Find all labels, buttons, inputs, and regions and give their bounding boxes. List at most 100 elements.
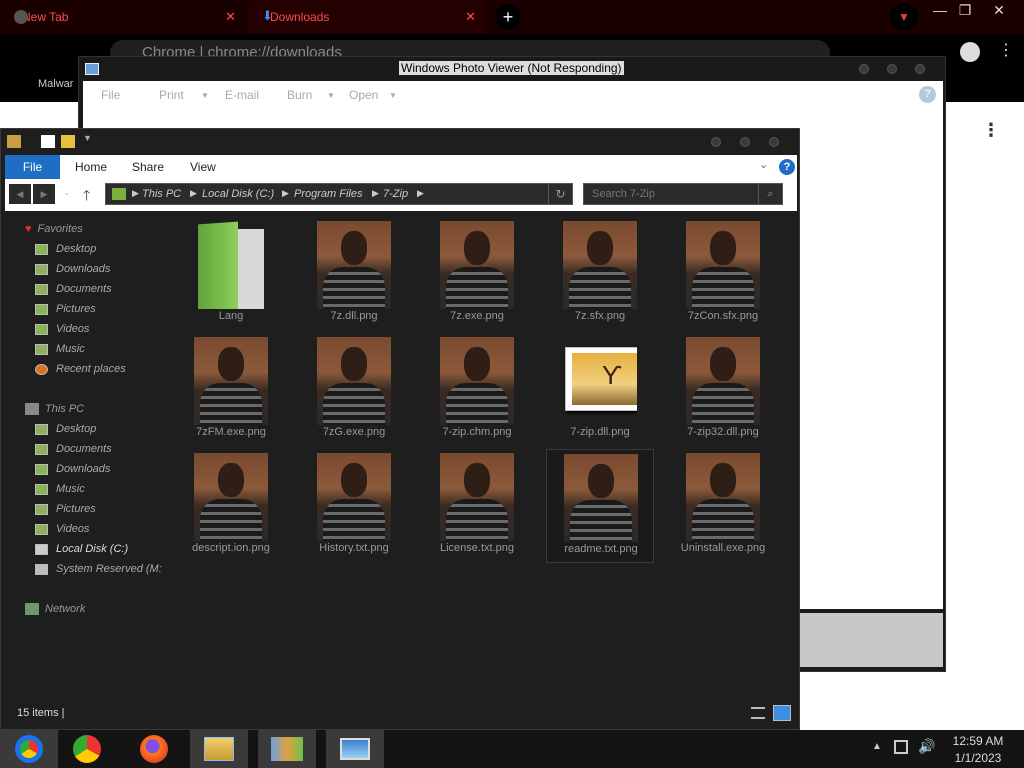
address-bar[interactable]: ▶ This PC ▶ Local Disk (C:) ▶ Program Fi… (105, 183, 573, 205)
chevron-down-icon[interactable]: ⌄ (63, 187, 71, 198)
folder-icon (194, 221, 268, 309)
search-box[interactable]: ⌕ (583, 183, 783, 205)
new-tab-button[interactable]: + (495, 4, 521, 30)
desktop-icon (35, 423, 48, 435)
chevron-down-icon[interactable]: ▼ (83, 133, 97, 146)
tab-search-button[interactable]: ▼ (890, 3, 918, 31)
nav-item-local-disk[interactable]: Local Disk (C:) (35, 540, 128, 558)
nav-item-desktop[interactable]: Desktop (35, 420, 96, 438)
file-item[interactable]: 7-zip32.dll.png (669, 333, 777, 447)
file-item[interactable]: License.txt.png (423, 449, 531, 563)
nav-item-videos[interactable]: Videos (35, 520, 89, 538)
nav-item-desktop[interactable]: Desktop (35, 240, 96, 258)
close-window-button[interactable]: ✕ (984, 2, 1014, 19)
tab-share[interactable]: Share (132, 160, 164, 174)
nav-item-music[interactable]: Music (35, 480, 85, 498)
file-item[interactable]: 7z.dll.png (300, 217, 408, 331)
menu-email[interactable]: E-mail (225, 88, 259, 102)
nav-item-documents[interactable]: Documents (35, 440, 112, 458)
file-item[interactable]: readme.txt.png (546, 449, 654, 563)
taskbar-file-explorer[interactable] (190, 730, 248, 768)
up-arrow-icon[interactable]: 🡑 (83, 185, 90, 209)
nav-item-pictures[interactable]: Pictures (35, 300, 96, 318)
volume-icon[interactable]: 🔊 (918, 738, 935, 755)
forward-button[interactable]: ▶ (33, 184, 55, 204)
chevron-down-icon: ▼ (389, 91, 397, 100)
search-icon[interactable]: ⌕ (758, 184, 782, 204)
maximize-button[interactable] (887, 64, 897, 74)
nav-network[interactable]: Network (25, 600, 85, 618)
file-item[interactable]: 7z.exe.png (423, 217, 531, 331)
file-item[interactable]: 7zCon.sfx.png (669, 217, 777, 331)
taskbar-people[interactable] (258, 730, 316, 768)
nav-item-downloads[interactable]: Downloads (35, 460, 110, 478)
taskbar-chrome-remote[interactable] (0, 730, 58, 768)
clock-date[interactable]: 1/1/2023 (946, 751, 1010, 765)
menu-file[interactable]: File (101, 88, 120, 102)
file-item[interactable]: 7-zip.chm.png (423, 333, 531, 447)
search-input[interactable] (584, 184, 756, 204)
close-button[interactable] (915, 64, 925, 74)
file-name: 7zG.exe.png (322, 426, 386, 438)
nav-item-recent-places[interactable]: Recent places (35, 360, 126, 378)
back-button[interactable]: ◀ (9, 184, 31, 204)
minimize-button[interactable] (859, 64, 869, 74)
desktop-icon (35, 243, 48, 255)
nav-favorites[interactable]: ♥ Favorites (25, 220, 83, 238)
clock-time[interactable]: 12:59 AM (946, 734, 1010, 748)
close-tab-icon[interactable]: ✕ (225, 9, 236, 25)
nav-item-videos[interactable]: Videos (35, 320, 89, 338)
tab-home[interactable]: Home (75, 160, 107, 174)
help-icon[interactable]: ? (779, 159, 795, 175)
menu-print[interactable]: Print (159, 88, 184, 102)
show-hidden-icons-icon[interactable]: ▲ (872, 741, 882, 752)
maximize-button[interactable] (740, 137, 750, 147)
new-folder-icon[interactable] (61, 135, 75, 148)
minimize-button[interactable] (711, 137, 721, 147)
close-tab-icon[interactable]: ✕ (465, 9, 476, 25)
nav-item-documents[interactable]: Documents (35, 280, 112, 298)
breadcrumb-local-disk[interactable]: Local Disk (C:) (202, 188, 274, 200)
file-item[interactable]: 7zFM.exe.png (177, 333, 285, 447)
nav-item-pictures[interactable]: Pictures (35, 500, 96, 518)
nav-item-music[interactable]: Music (35, 340, 85, 358)
chevron-down-icon[interactable]: ⌄ (759, 158, 768, 171)
profile-avatar[interactable] (960, 42, 980, 62)
taskbar-photo-viewer[interactable] (326, 730, 384, 768)
taskbar-firefox[interactable] (125, 730, 183, 768)
large-icons-view-icon[interactable] (773, 705, 791, 721)
breadcrumb-this-pc[interactable]: This PC (142, 188, 181, 200)
file-item[interactable]: descript.ion.png (177, 449, 285, 563)
file-item[interactable]: History.txt.png (300, 449, 408, 563)
file-item[interactable]: 7z.sfx.png (546, 217, 654, 331)
nav-item-downloads[interactable]: Downloads (35, 260, 110, 278)
nav-item-label: Pictures (56, 503, 96, 515)
file-item[interactable]: Ƴ 7-zip.dll.png (546, 333, 654, 447)
nav-this-pc[interactable]: This PC (25, 400, 84, 418)
details-view-icon[interactable] (751, 707, 765, 719)
menu-open[interactable]: Open (349, 88, 378, 102)
more-actions-icon[interactable]: ⋮ (982, 120, 1000, 141)
help-icon[interactable]: ? (919, 86, 936, 103)
file-item[interactable]: 7zG.exe.png (300, 333, 408, 447)
tab-view[interactable]: View (190, 160, 216, 174)
chevron-right-icon: ▶ (282, 188, 289, 198)
taskbar-chrome[interactable] (58, 730, 116, 768)
breadcrumb-program-files[interactable]: Program Files (294, 188, 362, 200)
menu-burn[interactable]: Burn (287, 88, 312, 102)
bookmark-item[interactable]: Malwar (38, 78, 73, 90)
properties-icon[interactable] (41, 135, 55, 148)
tab-downloads[interactable]: ⬇ Downloads ✕ (248, 0, 486, 34)
kebab-menu-icon[interactable]: ⋮ (998, 40, 1014, 60)
folder-item[interactable]: Lang (177, 217, 285, 331)
tab-file[interactable]: File (5, 155, 60, 179)
close-button[interactable] (769, 137, 779, 147)
tab-new-tab[interactable]: New Tab ✕ (0, 0, 246, 34)
refresh-icon[interactable]: ↻ (548, 184, 572, 204)
breadcrumb-7zip[interactable]: 7-Zip (383, 188, 408, 200)
photo-thumbnail (194, 453, 268, 541)
restore-button[interactable]: ❐ (950, 2, 980, 19)
file-item[interactable]: Uninstall.exe.png (669, 449, 777, 563)
network-icon[interactable] (894, 740, 908, 754)
nav-item-system-reserved[interactable]: System Reserved (M: (35, 560, 162, 578)
